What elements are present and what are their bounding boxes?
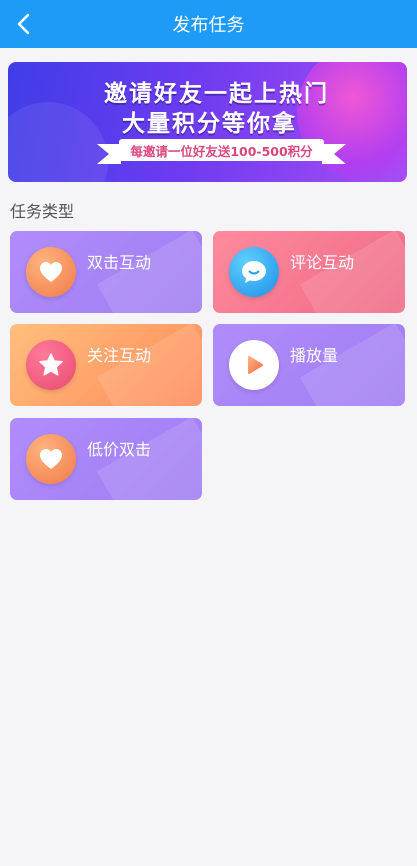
task-card-plays[interactable]: 播放量 [213, 324, 405, 406]
task-card-label: 关注互动 [87, 346, 152, 365]
ribbon-text: 每邀请一位好友送100-500积分 [130, 143, 313, 159]
task-card-label: 播放量 [290, 346, 339, 365]
task-card-label: 低价双击 [87, 440, 152, 459]
banner-ribbon: 每邀请一位好友送100-500积分 [119, 139, 324, 161]
banner-headline: 邀请好友一起上热门 [104, 81, 329, 107]
play-icon [229, 340, 279, 390]
section-title: 任务类型 [10, 202, 75, 221]
banner-subheadline: 大量积分等你拿 [122, 111, 297, 137]
task-card-cheap-double-tap[interactable]: 低价双击 [10, 418, 202, 500]
ribbon-tail-right [322, 144, 346, 164]
back-button[interactable] [6, 6, 42, 42]
star-icon [26, 340, 76, 390]
chevron-left-icon [17, 13, 30, 35]
task-card-label: 评论互动 [290, 253, 355, 272]
header-bar: 发布任务 [0, 0, 417, 48]
chat-bubble-icon [229, 247, 279, 297]
heart-icon [26, 434, 76, 484]
page-title: 发布任务 [172, 15, 245, 36]
task-card-comment[interactable]: 评论互动 [213, 231, 405, 313]
task-card-double-tap[interactable]: 双击互动 [10, 231, 202, 313]
task-card-label: 双击互动 [87, 253, 152, 272]
invite-banner[interactable]: 邀请好友一起上热门 大量积分等你拿 每邀请一位好友送100-500积分 [8, 62, 407, 182]
heart-icon [26, 247, 76, 297]
task-card-follow[interactable]: 关注互动 [10, 324, 202, 406]
ribbon-tail-left [97, 144, 121, 164]
